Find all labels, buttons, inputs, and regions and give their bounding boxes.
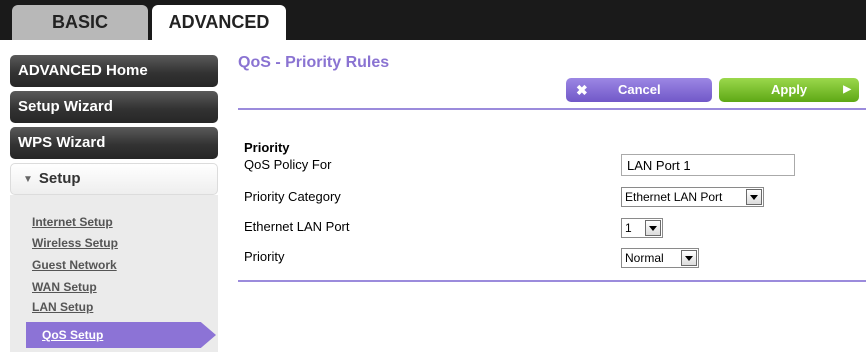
chevron-down-icon: ▼ bbox=[23, 174, 33, 185]
sidebar-item-wps-wizard[interactable]: WPS Wizard bbox=[10, 127, 218, 159]
priority-select[interactable]: Normal bbox=[621, 248, 699, 268]
close-icon: ✖ bbox=[576, 82, 588, 98]
divider-bottom bbox=[238, 280, 866, 282]
sidebar-item-setup-wizard[interactable]: Setup Wizard bbox=[10, 91, 218, 123]
page-title: QoS - Priority Rules bbox=[238, 54, 390, 71]
ethernet-lan-port-value: 1 bbox=[625, 221, 632, 235]
qos-policy-input[interactable] bbox=[621, 154, 795, 176]
sidebar-link-internet-setup[interactable]: Internet Setup bbox=[32, 215, 113, 229]
apply-button-label: Apply bbox=[771, 82, 808, 97]
apply-button[interactable]: Apply ▶ bbox=[719, 78, 859, 102]
tab-advanced[interactable]: ADVANCED bbox=[152, 5, 286, 40]
sidebar-item-advanced-home[interactable]: ADVANCED Home bbox=[10, 55, 218, 87]
top-tab-bar: BASIC ADVANCED bbox=[0, 0, 866, 40]
sidebar-link-guest-network[interactable]: Guest Network bbox=[32, 258, 117, 272]
main-content: QoS - Priority Rules ✖ Cancel Apply ▶ Pr… bbox=[226, 40, 866, 352]
dropdown-arrow-icon bbox=[746, 189, 762, 205]
priority-value: Normal bbox=[625, 251, 664, 265]
tab-basic[interactable]: BASIC bbox=[12, 5, 148, 40]
sidebar-item-setup[interactable]: ▼ Setup bbox=[10, 163, 218, 195]
priority-label: Priority bbox=[244, 249, 285, 264]
priority-category-label: Priority Category bbox=[244, 189, 341, 204]
priority-category-value: Ethernet LAN Port bbox=[625, 190, 723, 204]
arrow-right-icon: ▶ bbox=[843, 84, 851, 95]
cancel-button[interactable]: ✖ Cancel bbox=[566, 78, 712, 102]
sidebar-item-setup-label: Setup bbox=[38, 170, 81, 187]
qos-policy-label: QoS Policy For bbox=[244, 157, 332, 172]
dropdown-arrow-icon bbox=[645, 220, 661, 236]
priority-category-select[interactable]: Ethernet LAN Port bbox=[621, 187, 764, 207]
sidebar-link-wan-setup[interactable]: WAN Setup bbox=[32, 280, 97, 294]
divider-top bbox=[238, 108, 866, 110]
sidebar: ADVANCED Home Setup Wizard WPS Wizard ▼ S… bbox=[0, 40, 226, 352]
ethernet-lan-port-label: Ethernet LAN Port bbox=[244, 219, 350, 234]
sidebar-link-lan-setup[interactable]: LAN Setup bbox=[32, 300, 93, 314]
sidebar-link-qos-setup[interactable]: QoS Setup bbox=[26, 322, 216, 348]
section-heading-priority: Priority bbox=[244, 140, 290, 155]
dropdown-arrow-icon bbox=[681, 250, 697, 266]
cancel-button-label: Cancel bbox=[618, 82, 661, 97]
sidebar-link-qos-setup-label: QoS Setup bbox=[42, 328, 104, 342]
ethernet-lan-port-select[interactable]: 1 bbox=[621, 218, 663, 238]
sidebar-link-wireless-setup[interactable]: Wireless Setup bbox=[32, 236, 118, 250]
